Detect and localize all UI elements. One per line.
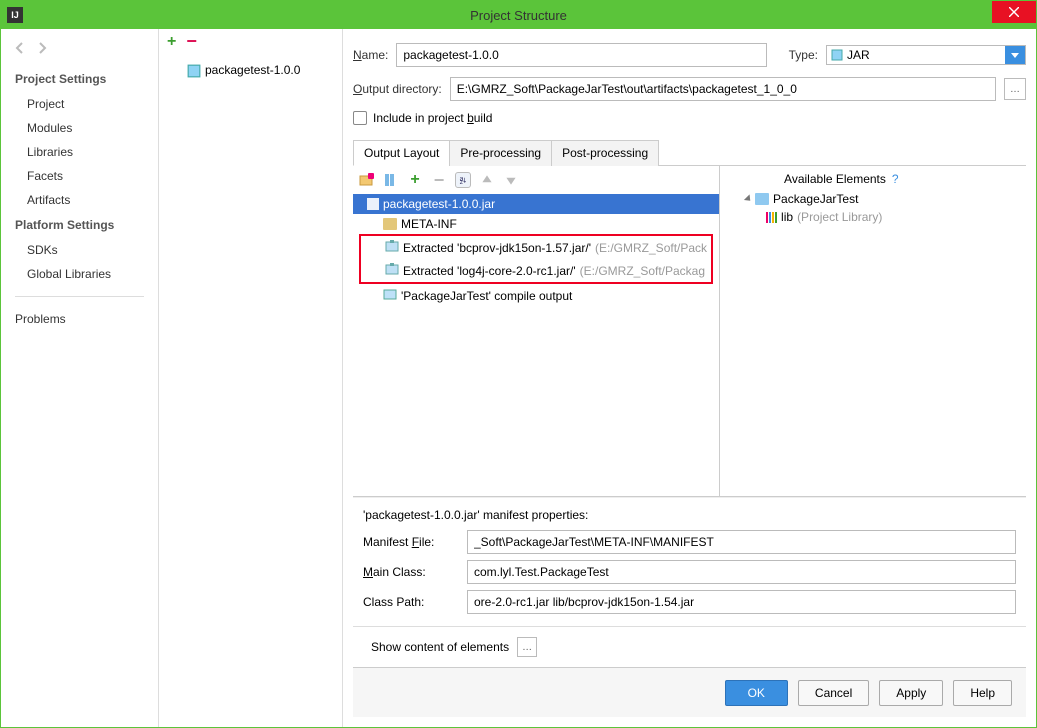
dialog-footer: OK Cancel Apply Help: [353, 667, 1026, 717]
nav-sdks[interactable]: SDKs: [1, 238, 158, 262]
available-elements-panel: Available Elements ? PackageJarTest lib …: [720, 166, 1026, 496]
nav-problems[interactable]: Problems: [1, 307, 158, 331]
archive-icon: [385, 262, 399, 279]
include-build-checkbox[interactable]: [353, 111, 367, 125]
help-button[interactable]: Help: [953, 680, 1012, 706]
include-build-label: Include in project build: [373, 111, 492, 125]
tab-output-layout[interactable]: Output Layout: [353, 140, 450, 166]
tab-pre-processing[interactable]: Pre-processing: [449, 140, 552, 166]
jar-icon: [831, 49, 843, 61]
section-platform-settings: Platform Settings: [1, 212, 158, 238]
archive-icon: [367, 198, 379, 210]
output-dir-label: Output directory:: [353, 82, 442, 96]
tree-root-jar[interactable]: packagetest-1.0.0.jar: [353, 194, 719, 214]
nav-back-icon[interactable]: [13, 41, 27, 58]
move-up-icon[interactable]: [479, 172, 495, 188]
chevron-down-icon: [1005, 46, 1025, 64]
nav-forward-icon[interactable]: [35, 41, 49, 58]
nav-facets[interactable]: Facets: [1, 164, 158, 188]
type-label: Type:: [789, 48, 818, 62]
cancel-button[interactable]: Cancel: [798, 680, 869, 706]
add-artifact-button[interactable]: +: [167, 35, 176, 50]
tree-metainf-label: META-INF: [401, 217, 457, 231]
library-icon: [766, 212, 777, 223]
tree-compile-output[interactable]: 'PackageJarTest' compile output: [353, 284, 719, 307]
main-class-label: Main Class:: [363, 565, 459, 579]
main-class-input[interactable]: [467, 560, 1016, 584]
artifact-detail: Name: Type: JAR Output directory: … Incl…: [343, 29, 1036, 727]
available-elements-title: Available Elements: [784, 172, 886, 186]
nav-modules[interactable]: Modules: [1, 116, 158, 140]
tree-extracted-log4j[interactable]: Extracted 'log4j-core-2.0-rc1.jar/' (E:/…: [361, 259, 711, 282]
tree-item-label: 'PackageJarTest' compile output: [401, 289, 572, 303]
manifest-properties: 'packagetest-1.0.0.jar' manifest propert…: [353, 497, 1026, 626]
type-value: JAR: [847, 48, 870, 62]
artifact-list-panel: + − packagetest-1.0.0: [159, 29, 343, 727]
tab-post-processing[interactable]: Post-processing: [551, 140, 659, 166]
tree-extracted-bcprov[interactable]: Extracted 'bcprov-jdk15on-1.57.jar/' (E:…: [361, 236, 711, 259]
window-title: Project Structure: [470, 8, 567, 23]
remove-artifact-button[interactable]: −: [186, 35, 197, 50]
move-down-icon[interactable]: [503, 172, 519, 188]
archive-icon: [385, 239, 399, 256]
available-lib-node[interactable]: lib (Project Library): [728, 208, 1018, 226]
tree-metainf[interactable]: META-INF: [353, 214, 719, 234]
nav-libraries[interactable]: Libraries: [1, 140, 158, 164]
add-copy-button[interactable]: +: [407, 172, 423, 188]
new-directory-icon[interactable]: [383, 172, 399, 188]
titlebar: IJ Project Structure: [1, 1, 1036, 29]
svg-text:z: z: [460, 179, 464, 184]
folder-icon: [383, 218, 397, 230]
manifest-file-input[interactable]: [467, 530, 1016, 554]
artifact-type-select[interactable]: JAR: [826, 45, 1026, 65]
close-button[interactable]: [992, 1, 1036, 23]
available-project-label: PackageJarTest: [773, 192, 858, 206]
nav-project[interactable]: Project: [1, 92, 158, 116]
class-path-input[interactable]: [467, 590, 1016, 614]
ok-button[interactable]: OK: [725, 680, 788, 706]
class-path-label: Class Path:: [363, 595, 459, 609]
app-icon: IJ: [7, 7, 23, 23]
module-output-icon: [383, 287, 397, 304]
sort-icon[interactable]: az: [455, 172, 471, 188]
jar-icon: [187, 64, 199, 76]
highlighted-extracted-group: Extracted 'bcprov-jdk15on-1.57.jar/' (E:…: [359, 234, 713, 284]
browse-output-dir-button[interactable]: …: [1004, 78, 1026, 100]
available-elements-help[interactable]: ?: [892, 172, 899, 186]
tree-item-path: (E:/GMRZ_Soft/Packag: [580, 264, 705, 278]
show-content-options-button[interactable]: …: [517, 637, 537, 657]
available-lib-hint: (Project Library): [797, 210, 882, 224]
artifact-item[interactable]: packagetest-1.0.0: [159, 57, 342, 83]
left-nav: Project Settings Project Modules Librari…: [1, 29, 159, 727]
available-project-node[interactable]: PackageJarTest: [728, 190, 1018, 208]
manifest-file-label: Manifest File:: [363, 535, 459, 549]
name-label: Name:: [353, 48, 388, 62]
manifest-heading: 'packagetest-1.0.0.jar' manifest propert…: [363, 508, 1016, 522]
tree-root-label: packagetest-1.0.0.jar: [383, 197, 495, 211]
show-content-label: Show content of elements: [371, 640, 509, 654]
remove-button[interactable]: −: [431, 172, 447, 188]
module-icon: [755, 193, 769, 205]
tree-item-path: (E:/GMRZ_Soft/Pack: [595, 241, 707, 255]
tree-item-label: Extracted 'log4j-core-2.0-rc1.jar/': [403, 264, 576, 278]
new-folder-icon[interactable]: [359, 172, 375, 188]
nav-artifacts[interactable]: Artifacts: [1, 188, 158, 212]
available-lib-label: lib: [781, 210, 793, 224]
section-project-settings: Project Settings: [1, 66, 158, 92]
close-icon: [1009, 7, 1019, 17]
expand-icon: [744, 194, 753, 203]
artifact-name-input[interactable]: [396, 43, 766, 67]
output-layout-tree[interactable]: packagetest-1.0.0.jar META-INF Extracted…: [353, 194, 719, 496]
output-dir-input[interactable]: [450, 77, 996, 101]
tree-item-label: Extracted 'bcprov-jdk15on-1.57.jar/': [403, 241, 591, 255]
apply-button[interactable]: Apply: [879, 680, 943, 706]
artifact-name-label: packagetest-1.0.0: [205, 63, 300, 77]
output-layout-tree-panel: + − az packagetest-1.0.0.jar: [353, 166, 720, 496]
nav-global-libraries[interactable]: Global Libraries: [1, 262, 158, 286]
